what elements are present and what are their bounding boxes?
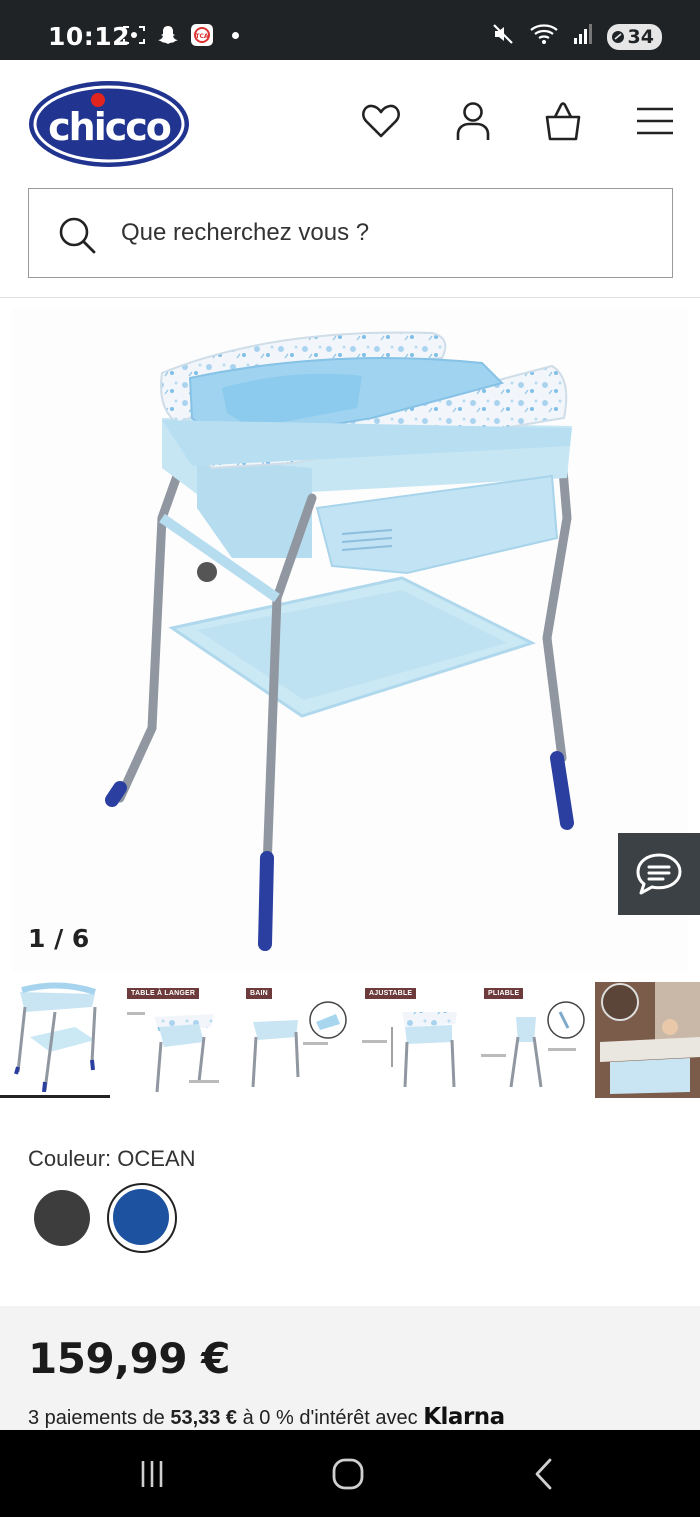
thumbnail-tag: AJUSTABLE [365, 988, 417, 999]
thumbnail-1[interactable] [0, 982, 110, 1098]
status-time: 10:12 [48, 22, 131, 51]
chat-bubble-icon [636, 853, 682, 895]
home-icon[interactable] [328, 1456, 368, 1492]
product-price: 159,99 € [28, 1334, 230, 1383]
klarna-logo[interactable]: Klarna [423, 1404, 505, 1430]
back-icon[interactable] [524, 1456, 564, 1492]
notification-icons: TCA [122, 24, 239, 46]
thumbnail-strip: TABLE À LANGER BAIN AJUSTABLE PLIABLE [0, 982, 700, 1102]
thumbnail-tag: PLIABLE [484, 988, 524, 999]
thumbnail-6[interactable] [595, 982, 700, 1098]
thumbnail-tag: BAIN [246, 988, 272, 999]
wishlist-heart-icon[interactable] [358, 98, 404, 144]
more-notifications-dot [232, 31, 239, 39]
signal-icon [573, 23, 593, 50]
status-bar: 10:12 TCA 34 [0, 0, 700, 60]
klarna-middle: à 0 % d'intérêt avec [237, 1407, 424, 1429]
search-icon[interactable] [57, 215, 97, 260]
recent-apps-icon[interactable] [132, 1456, 172, 1492]
account-user-icon[interactable] [450, 98, 496, 144]
site-header: chicco [0, 60, 700, 298]
search-input[interactable] [121, 213, 641, 253]
snapchat-icon [156, 24, 180, 46]
system-status-icons: 34 [491, 22, 662, 51]
thumbnail-2[interactable]: TABLE À LANGER [119, 982, 229, 1098]
wifi-icon [529, 22, 559, 51]
thumbnail-tag: TABLE À LANGER [127, 988, 200, 999]
app-notification-icon: TCA [190, 24, 214, 46]
chat-button[interactable] [618, 833, 700, 915]
thumbnail-3[interactable]: BAIN [238, 982, 348, 1098]
price-panel: 159,99 € 3 paiements de 53,33 € à 0 % d'… [0, 1306, 700, 1430]
battery-saver-icon [611, 30, 624, 43]
screenshot-icon [122, 24, 146, 46]
product-main-image [105, 331, 574, 951]
color-swatch-ocean[interactable] [113, 1189, 169, 1245]
system-navigation-bar [0, 1430, 700, 1517]
battery-indicator: 34 [606, 23, 662, 50]
battery-level: 34 [627, 25, 654, 48]
chicco-logo[interactable]: chicco [28, 80, 190, 168]
shopping-bag-icon[interactable] [540, 98, 586, 144]
klarna-installments: 3 paiements de 53,33 € à 0 % d'intérêt a… [28, 1404, 505, 1430]
svg-text:chicco: chicco [48, 105, 171, 149]
color-swatch-dark-grey[interactable] [34, 1190, 90, 1246]
klarna-prefix: 3 paiements de [28, 1407, 171, 1429]
thumbnail-4[interactable]: AJUSTABLE [357, 982, 467, 1098]
thumbnail-5[interactable]: PLIABLE [476, 982, 586, 1098]
menu-hamburger-icon[interactable] [632, 98, 678, 144]
product-image-gallery[interactable] [12, 308, 688, 972]
svg-text:TCA: TCA [195, 33, 208, 40]
color-label: Couleur: OCEAN [28, 1146, 196, 1171]
mute-icon [491, 22, 515, 51]
klarna-amount: 53,33 € [170, 1407, 238, 1429]
gallery-counter: 1 / 6 [28, 924, 90, 953]
search-bar[interactable] [28, 188, 673, 278]
